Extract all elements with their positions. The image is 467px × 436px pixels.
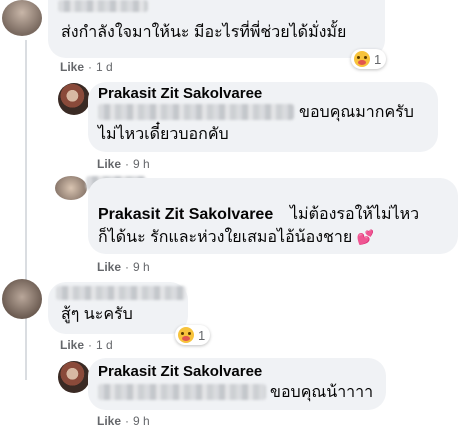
avatar[interactable]: [2, 0, 42, 36]
timestamp[interactable]: 1 d: [96, 338, 113, 352]
comment-meta: Like · 9 h: [97, 157, 150, 171]
comment-text-line2: ก็ได้นะ รักและห่วงใยเสมอไอ้น้องชาย 💕: [98, 229, 375, 246]
comment-bubble: ส่งกำลังใจมาให้นะ มีอะไรที่พี่ช่วยได้มั่…: [48, 0, 385, 58]
avatar[interactable]: [2, 279, 42, 319]
redacted-name: [56, 286, 186, 300]
reaction-count: 1: [374, 51, 382, 67]
comment-bubble: สู้ๆ นะครับ: [48, 282, 188, 334]
comment-text-line1: ไม่ต้องรอให้ไม่ไหว: [290, 206, 420, 223]
reaction-count: 1: [198, 327, 206, 343]
comment-text: ขอบคุณน้าาาา: [270, 384, 374, 401]
timestamp[interactable]: 9 h: [133, 414, 150, 428]
like-link[interactable]: Like: [97, 414, 121, 428]
like-link[interactable]: Like: [97, 260, 121, 274]
timestamp[interactable]: 9 h: [133, 260, 150, 274]
redacted-name: [58, 0, 148, 12]
like-link[interactable]: Like: [60, 60, 84, 74]
like-link[interactable]: Like: [97, 157, 121, 171]
author-name[interactable]: Prakasit Zit Sakolvaree: [98, 363, 262, 380]
comment-text-line2: ไม่ไหวเดี๋ยวบอกคับ: [98, 126, 229, 143]
author-name[interactable]: Prakasit Zit Sakolvaree: [98, 206, 273, 224]
comment-bubble: Prakasit Zit Sakolvaree ขอบคุณน้าาาา: [88, 358, 386, 410]
comment-meta: Like · 1 d: [60, 338, 113, 352]
redacted-mention: [98, 384, 266, 400]
comment-text: ส่งกำลังใจมาให้นะ มีอะไรที่พี่ช่วยได้มั่…: [61, 24, 347, 41]
avatar[interactable]: [55, 176, 87, 200]
like-link[interactable]: Like: [60, 338, 84, 352]
avatar[interactable]: [58, 83, 90, 115]
two-hearts-emoji: 💕: [356, 229, 375, 245]
timestamp[interactable]: 9 h: [133, 157, 150, 171]
reaction-summary[interactable]: 1: [351, 49, 387, 69]
timestamp[interactable]: 1 d: [96, 60, 113, 74]
redacted-mention: [98, 104, 294, 120]
comment-text-line1: ขอบคุณมากครับ: [299, 104, 414, 121]
comment-bubble: Prakasit Zit Sakolvaree ขอบคุณมากครับ ไม…: [88, 82, 438, 152]
comment-meta: Like · 1 d: [60, 60, 113, 74]
care-emoji-icon: [354, 51, 370, 67]
care-emoji-icon: [178, 327, 194, 343]
author-name[interactable]: Prakasit Zit Sakolvaree: [98, 85, 262, 102]
avatar[interactable]: [58, 361, 90, 393]
comment-text: สู้ๆ นะครับ: [61, 306, 133, 323]
comment-meta: Like · 9 h: [97, 414, 150, 428]
comment-meta: Like · 9 h: [97, 260, 150, 274]
reaction-summary[interactable]: 1: [175, 325, 211, 345]
comment-bubble: Prakasit Zit Sakolvaree ไม่ต้องรอให้ไม่ไ…: [88, 178, 458, 254]
